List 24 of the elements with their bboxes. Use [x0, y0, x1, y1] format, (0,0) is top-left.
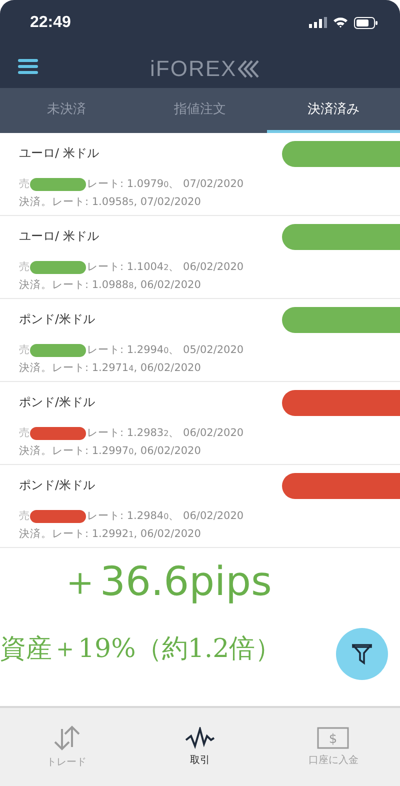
- annotation-text: ＋36.6pips: [59, 558, 272, 607]
- filter-icon: [352, 643, 372, 665]
- pair-name: ユーロ/ 米ドル: [19, 145, 100, 162]
- pair-name: ポンド/米ドル: [19, 477, 96, 494]
- signal-icon: [309, 17, 327, 28]
- trade-side: 売: [19, 343, 30, 357]
- pair-name: ポンド/米ドル: [19, 311, 96, 328]
- trade-side: 売: [19, 260, 30, 274]
- logo-text: iFOREX: [150, 56, 237, 82]
- trade-side: 売: [19, 426, 30, 440]
- arrows-icon: [52, 725, 82, 751]
- chevrons-icon: [238, 60, 260, 78]
- annotation-text: 資産＋19%（約1.2倍）: [0, 633, 282, 666]
- trade-side: 売: [19, 177, 30, 191]
- trade-side: 売: [19, 509, 30, 523]
- pulse-icon: [184, 727, 215, 749]
- banknote-icon: $: [317, 727, 350, 749]
- pair-name: ユーロ/ 米ドル: [19, 228, 100, 245]
- filter-button[interactable]: [336, 628, 388, 680]
- pair-name: ポンド/米ドル: [19, 394, 96, 411]
- menu-icon[interactable]: [18, 59, 38, 74]
- battery-icon: [354, 16, 378, 28]
- wifi-icon: [333, 17, 348, 28]
- status-time: 22:49: [30, 14, 71, 32]
